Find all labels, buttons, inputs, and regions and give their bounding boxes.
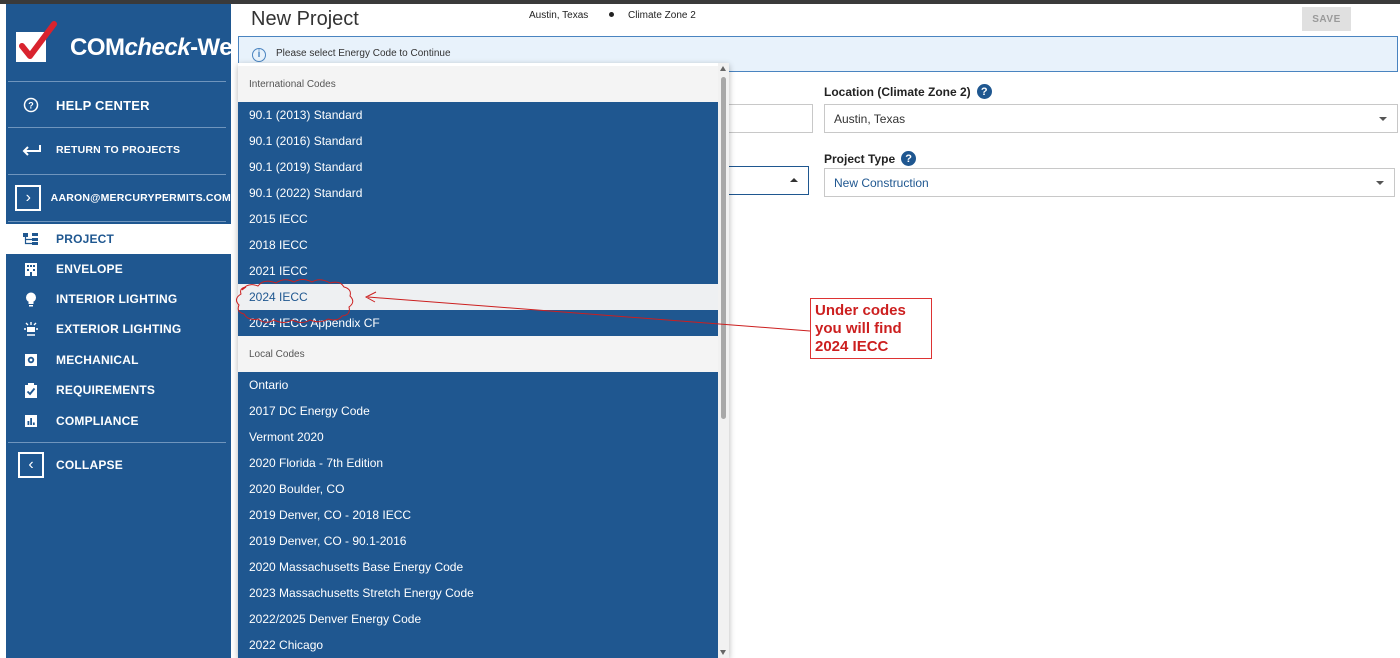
dropdown-option[interactable]: 2015 IECC [238, 206, 718, 232]
scrollbar-thumb[interactable] [721, 77, 726, 419]
account-email: AARON@MERCURYPERMITS.COM [50, 192, 231, 204]
sidebar-item-project[interactable]: PROJECT [6, 224, 231, 254]
help-icon[interactable]: ? [976, 84, 992, 99]
sidebar-item-exterior-lighting[interactable]: EXTERIOR LIGHTING [6, 314, 231, 344]
dropdown-option[interactable]: 2019 Denver, CO - 2018 IECC [238, 502, 718, 528]
page-title: New Project [251, 8, 359, 30]
annotation-text: Under codes you will find 2024 IECC [815, 302, 906, 355]
building-icon [25, 263, 37, 276]
dropdown-option-highlighted[interactable]: 2024 IECC [238, 284, 718, 310]
lightbulb-icon [26, 292, 36, 306]
sidebar-item-label: ENVELOPE [56, 262, 123, 276]
dropdown-option[interactable]: 2021 IECC [238, 258, 718, 284]
project-type-select[interactable]: New Construction [824, 168, 1395, 197]
info-message: Please select Energy Code to Continue [276, 48, 451, 59]
dropdown-option[interactable]: 2020 Boulder, CO [238, 476, 718, 502]
dropdown-group-header: International Codes [238, 66, 718, 103]
back-arrow-icon [22, 145, 41, 156]
sidebar-divider [8, 174, 226, 175]
dropdown-option[interactable]: 2017 DC Energy Code [238, 398, 718, 424]
header-climate-zone: Climate Zone 2 [628, 10, 696, 21]
project-type-value: New Construction [834, 175, 929, 190]
sidebar-collapse-button[interactable]: ‹ COLLAPSE [6, 450, 231, 480]
dropdown-option[interactable]: 2022 Chicago [238, 632, 718, 658]
logo-wordmark: COMcheck-WebTM [70, 34, 257, 61]
caret-down-icon [1379, 117, 1387, 121]
dropdown-option[interactable]: 2018 IECC [238, 232, 718, 258]
chevron-right-icon: › [15, 185, 42, 211]
location-select[interactable]: Austin, Texas [824, 104, 1398, 133]
sitemap-icon [23, 233, 38, 245]
sidebar-item-interior-lighting[interactable]: INTERIOR LIGHTING [6, 284, 231, 314]
sidebar-item-help-center[interactable]: ? HELP CENTER [6, 90, 231, 120]
sidebar-item-account[interactable]: › AARON@MERCURYPERMITS.COM [6, 183, 231, 213]
sidebar-item-label: INTERIOR LIGHTING [56, 292, 178, 306]
sidebar-divider [8, 81, 226, 82]
dropdown-option[interactable]: 90.1 (2013) Standard [238, 102, 718, 128]
energy-code-dropdown[interactable]: International Codes 90.1 (2013) Standard… [238, 63, 729, 658]
scroll-up-icon[interactable] [720, 66, 726, 71]
sidebar-item-envelope[interactable]: ENVELOPE [6, 254, 231, 284]
sidebar-item-label: PROJECT [56, 232, 115, 246]
location-value: Austin, Texas [834, 111, 906, 126]
exterior-light-icon [24, 322, 38, 336]
sidebar-divider [8, 127, 226, 128]
location-label: Location (Climate Zone 2) ? [824, 84, 992, 99]
sidebar-item-label: MECHANICAL [56, 353, 139, 367]
dropdown-option[interactable]: 2022/2025 Denver Energy Code [238, 606, 718, 632]
dropdown-option[interactable]: 2019 Denver, CO - 90.1-2016 [238, 528, 718, 554]
sidebar-item-compliance[interactable]: COMPLIANCE [6, 406, 231, 436]
info-icon: i [252, 48, 266, 62]
save-button[interactable]: SAVE [1302, 7, 1351, 31]
dropdown-option[interactable]: 90.1 (2019) Standard [238, 154, 718, 180]
sidebar-item-label: EXTERIOR LIGHTING [56, 322, 182, 336]
annotation-callout: Under codes you will find 2024 IECC [810, 298, 932, 359]
app-logo[interactable]: COMcheck-WebTM [14, 18, 257, 68]
clipboard-check-icon [25, 382, 37, 398]
header-location: Austin, Texas [529, 10, 589, 21]
sidebar-item-label: RETURN TO PROJECTS [56, 144, 181, 156]
dropdown-option[interactable]: 90.1 (2022) Standard [238, 180, 718, 206]
scroll-down-icon[interactable] [720, 650, 726, 655]
sidebar-item-label: COLLAPSE [56, 458, 123, 472]
dropdown-option[interactable]: 2023 Massachusetts Stretch Energy Code [238, 580, 718, 606]
sidebar-item-requirements[interactable]: REQUIREMENTS [6, 375, 231, 405]
sidebar: COMcheck-WebTM ? HELP CENTER RETURN TO P… [6, 4, 257, 658]
dropdown-scrollbar[interactable] [718, 63, 729, 658]
help-icon[interactable]: ? [901, 151, 917, 166]
gear-icon [25, 354, 37, 366]
dropdown-option[interactable]: Vermont 2020 [238, 424, 718, 450]
project-type-label: Project Type ? [824, 151, 917, 166]
sidebar-divider [8, 442, 226, 443]
bar-chart-icon [25, 415, 37, 427]
checkmark-logo-icon [16, 21, 57, 62]
caret-up-icon [790, 178, 798, 182]
dropdown-group-header: Local Codes [238, 336, 718, 373]
dropdown-option[interactable]: 2024 IECC Appendix CF [238, 310, 718, 336]
header-separator-dot [609, 12, 614, 17]
caret-down-icon [1376, 181, 1384, 185]
svg-text:?: ? [28, 101, 34, 111]
chevron-left-icon: ‹ [18, 452, 44, 478]
dropdown-option[interactable]: 90.1 (2016) Standard [238, 128, 718, 154]
sidebar-item-label: REQUIREMENTS [56, 383, 156, 397]
dropdown-option[interactable]: 2020 Massachusetts Base Energy Code [238, 554, 718, 580]
sidebar-divider [8, 221, 226, 222]
sidebar-item-return-to-projects[interactable]: RETURN TO PROJECTS [6, 135, 231, 165]
sidebar-item-label: HELP CENTER [56, 97, 150, 113]
dropdown-option[interactable]: 2020 Florida - 7th Edition [238, 450, 718, 476]
sidebar-item-label: COMPLIANCE [56, 414, 139, 428]
sidebar-item-mechanical[interactable]: MECHANICAL [6, 345, 231, 375]
dropdown-option[interactable]: Ontario [238, 372, 718, 398]
help-circle-icon: ? [23, 97, 39, 113]
